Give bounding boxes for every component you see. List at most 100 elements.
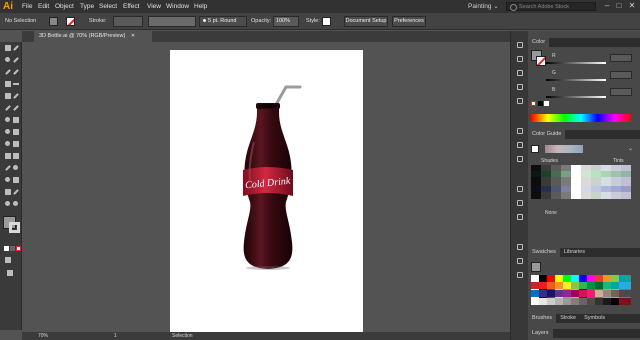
menu-window[interactable]: Window: [166, 0, 189, 13]
document-tab[interactable]: 3D Bottle.ai @ 70% (RGB/Preview) ✕: [34, 31, 152, 42]
color-spectrum-bar[interactable]: [531, 114, 631, 122]
shaper-tool-icon[interactable]: [4, 104, 12, 112]
zoom-tool-icon[interactable]: [12, 200, 20, 208]
channel-r-slider[interactable]: [546, 62, 606, 64]
scale-tool-icon[interactable]: [12, 116, 20, 124]
pen-tool-icon[interactable]: [4, 68, 12, 76]
graphic-styles-icon[interactable]: [516, 69, 524, 77]
close-button[interactable]: ✕: [627, 1, 637, 11]
none-color-icon[interactable]: [531, 101, 536, 106]
perspective-grid-icon[interactable]: [12, 140, 20, 148]
stock-search-input[interactable]: Search Adobe Stock: [506, 2, 596, 11]
swatches-fill-box[interactable]: [531, 262, 541, 272]
menu-object[interactable]: Object: [55, 0, 74, 13]
gradient-mode-icon[interactable]: [10, 246, 15, 251]
color-mode-icon[interactable]: [4, 246, 9, 251]
type-tool-icon[interactable]: [4, 80, 12, 88]
variable-width-profile[interactable]: [148, 16, 196, 27]
properties-icon[interactable]: [516, 41, 524, 49]
none-mode-icon[interactable]: [16, 246, 21, 251]
harmony-rules-strip[interactable]: [545, 145, 583, 153]
document-setup-button[interactable]: Document Setup: [344, 16, 388, 27]
fill-swatch[interactable]: [49, 17, 58, 26]
menu-file[interactable]: File: [22, 0, 32, 13]
color-guide-row-green[interactable]: [531, 171, 631, 177]
links-icon[interactable]: [516, 243, 524, 251]
artboard-navigation[interactable]: 1: [114, 332, 117, 340]
rectangle-tool-icon[interactable]: [4, 92, 12, 100]
appearance-icon[interactable]: [516, 55, 524, 63]
shape-builder-icon[interactable]: [4, 140, 12, 148]
asset-export-icon[interactable]: [516, 271, 524, 279]
magic-wand-icon[interactable]: [4, 56, 12, 64]
white-color-icon[interactable]: [544, 101, 549, 106]
pathfinder-icon[interactable]: [516, 141, 524, 149]
symbol-sprayer-icon[interactable]: [4, 176, 12, 184]
graphic-style-swatch[interactable]: [322, 17, 331, 26]
preferences-button[interactable]: Preferences: [392, 16, 426, 27]
menu-effect[interactable]: Effect: [123, 0, 140, 13]
lasso-icon[interactable]: [12, 56, 20, 64]
color-guide-row-blue[interactable]: [531, 186, 631, 192]
swatch-grid-row-4[interactable]: [531, 298, 631, 305]
harmony-dropdown-chevron-icon[interactable]: ⌄: [628, 145, 633, 152]
gradient-icon[interactable]: [516, 97, 524, 105]
base-color-swatch[interactable]: [531, 145, 539, 153]
curvature-tool-icon[interactable]: [12, 68, 20, 76]
selection-tool-icon[interactable]: [4, 44, 12, 52]
color-guide-tab[interactable]: Color Guide: [528, 130, 566, 139]
swatches-tab[interactable]: Swatches: [528, 248, 560, 257]
free-transform-icon[interactable]: [12, 128, 20, 136]
screen-mode-icon[interactable]: [6, 269, 14, 277]
swatch-grid-row-3[interactable]: [531, 290, 631, 297]
menu-edit[interactable]: Edit: [38, 0, 49, 13]
stroke-swatch[interactable]: [66, 17, 75, 26]
artboard-tool-icon[interactable]: [4, 188, 12, 196]
close-tab-icon[interactable]: ✕: [131, 33, 135, 39]
draw-mode-icon[interactable]: [4, 256, 12, 264]
paintbrush-tool-icon[interactable]: [12, 92, 20, 100]
swatch-grid-row-2[interactable]: [531, 282, 631, 289]
paragraph-icon[interactable]: [516, 199, 524, 207]
channel-g-slider[interactable]: [546, 79, 606, 81]
black-color-icon[interactable]: [538, 101, 543, 106]
symbols-tab[interactable]: Symbols: [580, 314, 610, 323]
direct-selection-tool-icon[interactable]: [12, 44, 20, 52]
hand-tool-icon[interactable]: [4, 200, 12, 208]
warp-tool-icon[interactable]: [4, 128, 12, 136]
eraser-tool-icon[interactable]: [12, 104, 20, 112]
eyedropper-icon[interactable]: [4, 164, 12, 172]
menu-help[interactable]: Help: [194, 0, 207, 13]
transform-icon[interactable]: [516, 155, 524, 163]
color-stroke-swatch[interactable]: [536, 56, 546, 66]
minimize-button[interactable]: –: [602, 1, 612, 11]
channel-r-field[interactable]: [610, 54, 632, 62]
character-icon[interactable]: [516, 185, 524, 193]
layers-tab[interactable]: Layers: [528, 329, 553, 338]
channel-b-slider[interactable]: [546, 96, 606, 98]
rotate-tool-icon[interactable]: [4, 116, 12, 124]
brushes-tab[interactable]: Brushes: [528, 314, 557, 323]
menu-select[interactable]: Select: [99, 0, 117, 13]
libraries-tab[interactable]: Libraries: [559, 248, 589, 257]
artboards-icon[interactable]: [516, 257, 524, 265]
status-mode[interactable]: Selection: [172, 332, 193, 340]
gradient-tool-icon[interactable]: [12, 152, 20, 160]
slice-tool-icon[interactable]: [12, 188, 20, 196]
color-panel-tab[interactable]: Color: [528, 38, 550, 47]
maximize-button[interactable]: □: [614, 1, 624, 11]
opacity-field[interactable]: 100%: [273, 16, 299, 27]
workspace-switcher[interactable]: Painting ⌄: [468, 1, 499, 12]
align-icon[interactable]: [516, 127, 524, 135]
cold-drink-bottle-illustration[interactable]: Cold Drink: [230, 82, 305, 272]
channel-b-field[interactable]: [610, 88, 632, 96]
transparency-icon[interactable]: [516, 83, 524, 91]
zoom-level[interactable]: 70%: [38, 332, 48, 340]
column-graph-icon[interactable]: [12, 176, 20, 184]
menu-type[interactable]: Type: [80, 0, 94, 13]
brush-definition-dropdown[interactable]: 5 pt. Round: [199, 16, 247, 27]
menu-view[interactable]: View: [147, 0, 161, 13]
line-tool-icon[interactable]: [12, 80, 20, 88]
mesh-tool-icon[interactable]: [4, 152, 12, 160]
opentype-icon[interactable]: [516, 213, 524, 221]
